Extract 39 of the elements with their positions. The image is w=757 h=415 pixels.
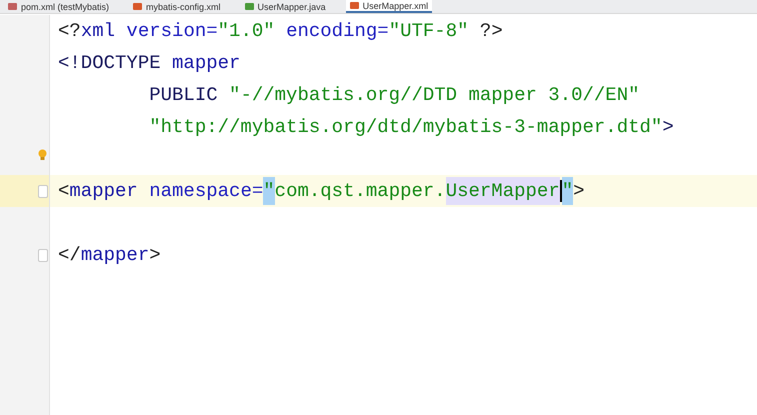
code-token: </ — [58, 242, 81, 268]
code-token: "http://mybatis.org/dtd/mybatis-3-mapper.dtd" — [148, 114, 662, 140]
code-token: version — [125, 18, 206, 44]
code-token: mapper — [69, 178, 138, 204]
code-token: <? — [58, 18, 81, 44]
code-token: com.qst.mapper. — [274, 178, 446, 204]
code-token: = — [377, 18, 389, 44]
fold-marker-icon[interactable] — [38, 184, 48, 198]
code-token: PUBLIC — [148, 82, 218, 108]
file-icon — [350, 2, 359, 9]
editor-tab[interactable]: UserMapper.java — [240, 0, 330, 13]
code-token: "-//mybatis.org//DTD mapper 3.0//EN" — [228, 82, 640, 108]
code-token: < — [58, 178, 70, 204]
text-caret — [560, 180, 562, 202]
editor-tab[interactable]: pom.xml (testMybatis) — [4, 0, 114, 13]
file-icon — [133, 3, 142, 10]
editor-tab[interactable]: UserMapper.xml — [346, 0, 432, 13]
code-token: = — [252, 178, 264, 204]
code-token: xml — [80, 18, 116, 44]
code-token: namespace — [148, 178, 252, 204]
code-token: " — [263, 176, 275, 206]
code-token: encoding — [285, 18, 378, 44]
code-token: mapper — [171, 50, 240, 76]
code-token: UserMapper — [446, 176, 560, 206]
code-token: " — [562, 176, 574, 206]
file-icon — [244, 3, 254, 10]
file-icon — [8, 3, 17, 10]
code-token: <!DOCTYPE — [58, 50, 161, 76]
code-token: > — [149, 242, 161, 268]
code-token: "UTF-8" — [388, 18, 469, 44]
code-token: mapper — [80, 242, 150, 268]
code-token: > — [662, 114, 674, 140]
code-token: "1.0" — [218, 18, 275, 44]
code-token: > — [573, 178, 585, 204]
code-token: ?> — [478, 18, 503, 44]
editor-tab[interactable]: mybatis-config.xml — [129, 0, 225, 13]
lightbulb-icon[interactable] — [38, 149, 47, 161]
code-token: = — [206, 18, 218, 44]
fold-marker-icon[interactable] — [38, 248, 48, 262]
